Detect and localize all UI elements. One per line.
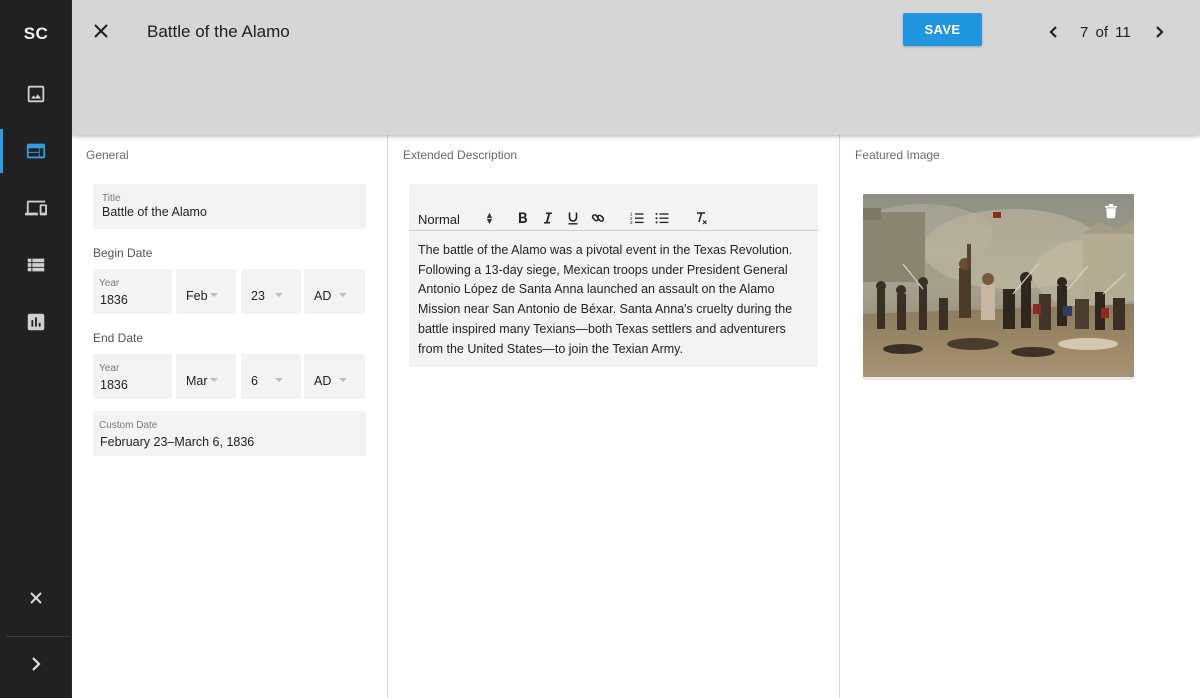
close-editor-button[interactable] [92,22,110,40]
begin-year-value: 1836 [100,293,128,307]
trash-icon [1105,204,1117,219]
save-button[interactable]: SAVE [903,13,982,46]
caret-down-icon [210,378,218,382]
featured-image-underline [863,377,1134,380]
end-era-value: AD [314,374,332,388]
header: Battle of the Alamo SAVE 7 of 11 [72,0,1200,135]
link-icon [591,214,605,222]
end-day-value: 6 [251,374,258,388]
column-divider [387,135,388,698]
chevron-right-icon [1155,26,1164,38]
title-field[interactable]: Title Battle of the Alamo [93,184,366,229]
title-field-label: Title [102,193,121,204]
link-button[interactable] [590,210,606,226]
featured-image-section-label: Featured Image [855,148,940,162]
next-button[interactable] [1151,24,1167,40]
end-era-select[interactable]: AD [304,354,365,399]
sidebar-item-chart[interactable] [0,300,72,344]
previous-button[interactable] [1046,24,1062,40]
title-field-value: Battle of the Alamo [102,205,207,219]
close-icon [94,24,108,38]
delete-image-button[interactable] [1104,203,1118,219]
begin-year-field[interactable]: Year 1836 [93,269,172,314]
close-icon [30,592,42,604]
ordered-list-icon: 123 [630,212,644,225]
chevron-left-icon [1049,26,1057,38]
caret-down-icon [275,293,283,297]
custom-date-label: Custom Date [99,420,158,431]
image-icon [27,85,45,103]
end-year-label: Year [99,363,120,374]
format-select[interactable]: Normal [418,212,460,227]
devices-icon [25,200,47,216]
end-year-value: 1836 [100,378,128,392]
begin-month-value: Feb [186,289,208,303]
begin-year-label: Year [99,278,120,289]
sidebar-expand-button[interactable] [0,650,72,678]
underline-button[interactable] [565,210,581,226]
bullet-list-icon [655,213,669,224]
bold-button[interactable] [515,210,531,226]
chevron-right-icon [32,657,41,671]
pager-text: 7 of 11 [1080,23,1131,41]
pager: 7 of 11 [1046,22,1167,42]
column-divider [839,135,840,698]
begin-day-value: 23 [251,289,265,303]
chart-icon [27,313,45,331]
end-month-value: Mar [186,374,208,388]
end-month-select[interactable]: Mar [176,354,236,399]
italic-icon [544,212,552,224]
format-select-arrows-icon[interactable]: ▲ ▼ [485,211,494,226]
rich-text-editor: Normal ▲ ▼ 123 The battle of the Alamo wa… [409,184,818,367]
end-date-label: End Date [93,331,144,345]
bullet-list-button[interactable] [654,210,670,226]
sidebar-item-list[interactable] [0,243,72,287]
end-day-select[interactable]: 6 [241,354,301,399]
clear-format-icon [697,212,707,225]
featured-image[interactable] [863,194,1134,377]
sidebar-item-web[interactable] [0,129,72,173]
sidebar-item-images[interactable] [0,72,72,116]
battle-painting-image [863,194,1134,377]
sidebar: SC [0,0,72,698]
begin-era-select[interactable]: AD [304,269,365,314]
caret-down-icon [339,293,347,297]
begin-month-select[interactable]: Feb [176,269,236,314]
svg-text:3: 3 [630,220,633,225]
begin-date-label: Begin Date [93,246,153,260]
editor-toolbar: Normal ▲ ▼ 123 [409,208,818,231]
list-icon [27,258,45,272]
app-logo: SC [23,24,49,43]
clear-format-button[interactable] [693,210,709,226]
caret-down-icon [275,378,283,382]
bold-icon [519,212,527,223]
caret-down-icon [339,378,347,382]
web-icon [26,143,46,159]
begin-day-select[interactable]: 23 [241,269,301,314]
general-section-label: General [86,148,129,162]
caret-down-icon [210,293,218,297]
sidebar-close-button[interactable] [0,586,72,610]
italic-button[interactable] [540,210,556,226]
description-text[interactable]: The battle of the Alamo was a pivotal ev… [418,241,813,359]
sidebar-divider [6,636,70,637]
underline-icon [568,212,578,225]
custom-date-field[interactable]: Custom Date February 23–March 6, 1836 [93,411,366,456]
begin-era-value: AD [314,289,332,303]
description-section-label: Extended Description [403,148,518,162]
custom-date-value: February 23–March 6, 1836 [100,435,255,449]
sidebar-item-devices[interactable] [0,186,72,230]
end-year-field[interactable]: Year 1836 [93,354,172,399]
page-title: Battle of the Alamo [147,22,290,41]
ordered-list-button[interactable]: 123 [629,210,645,226]
